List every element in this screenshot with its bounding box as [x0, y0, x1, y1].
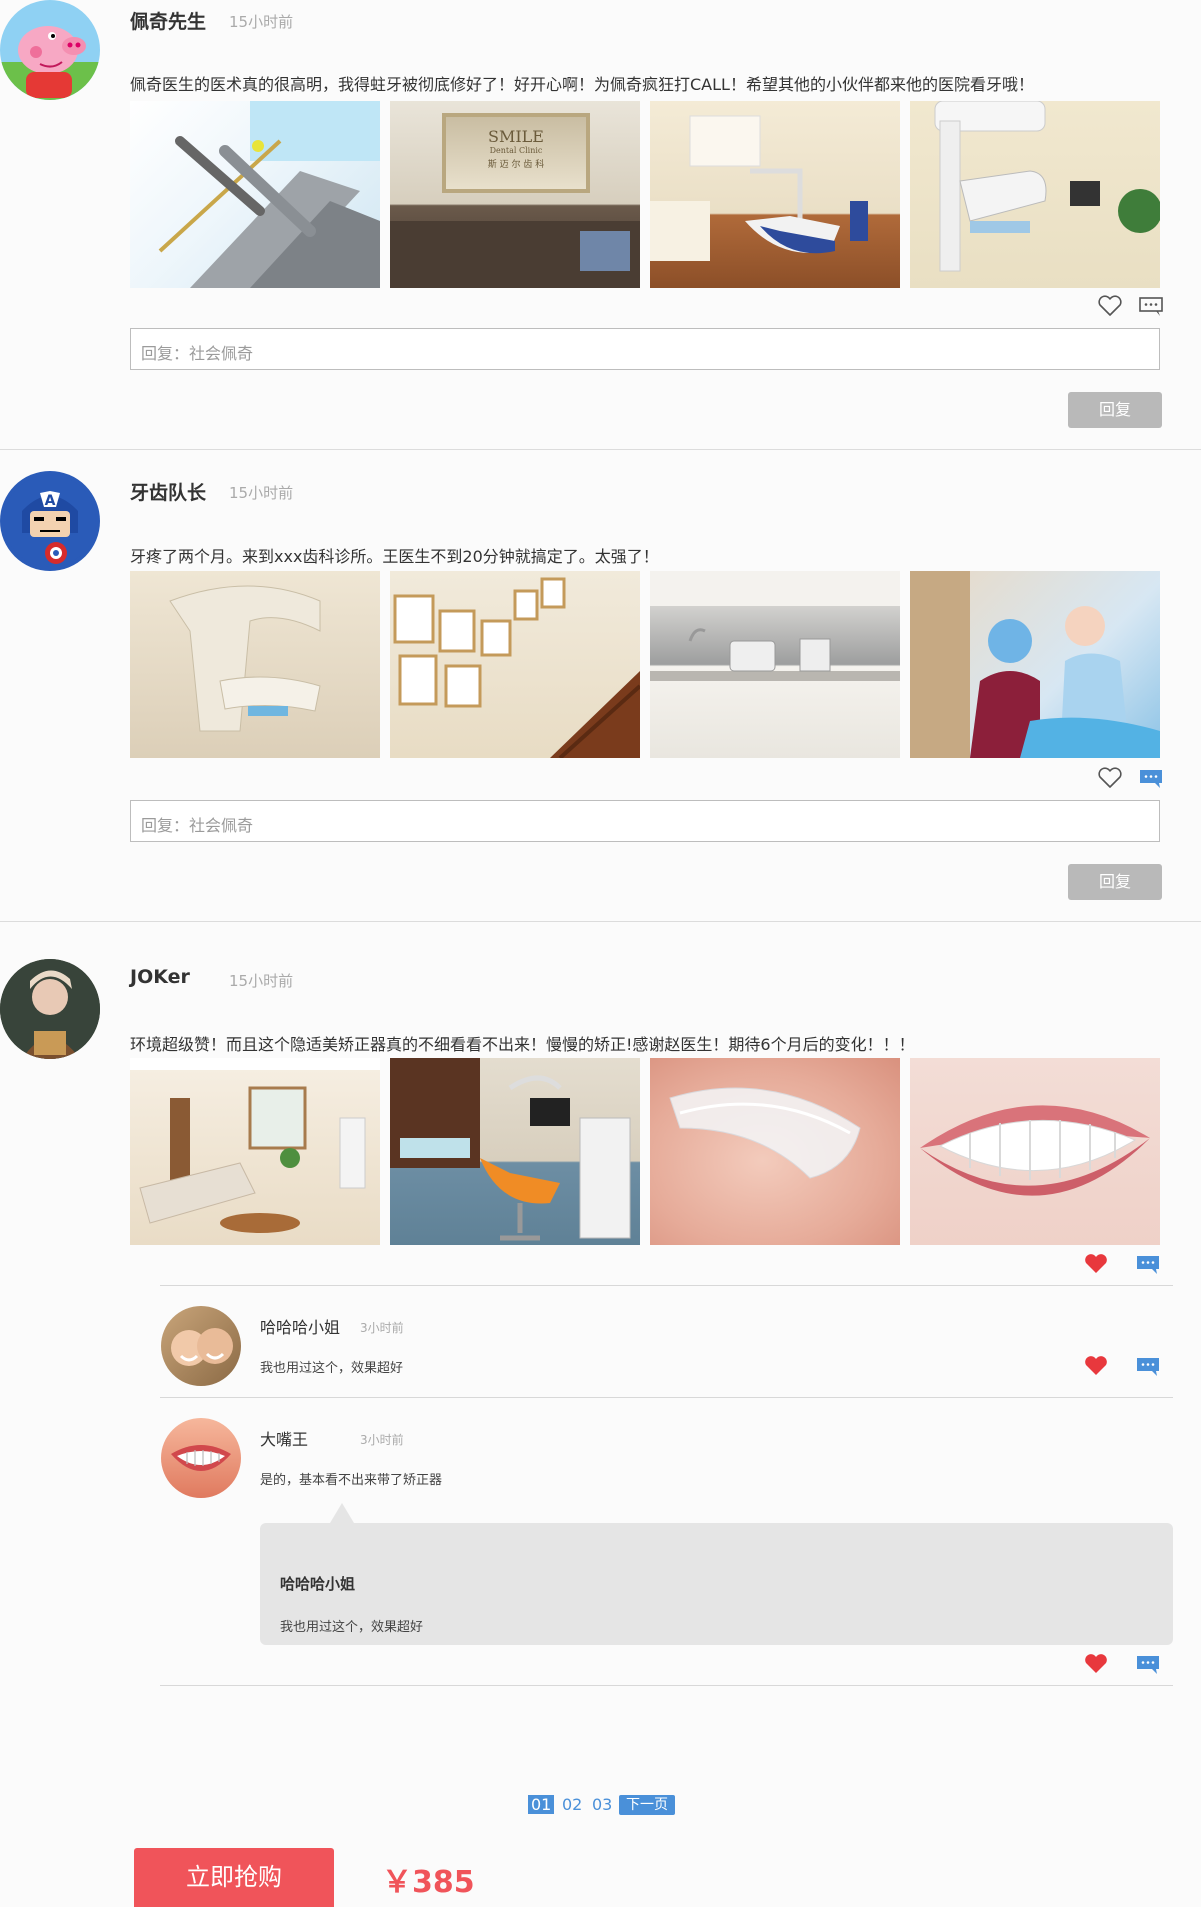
reply-button[interactable]: 回复 [1068, 392, 1162, 428]
sign-line-1: SMILE [488, 127, 544, 146]
comment-icon[interactable] [1138, 296, 1164, 318]
clear-aligner-photo[interactable] [650, 1058, 900, 1245]
post-time: 15小时前 [229, 972, 294, 990]
avatar[interactable] [0, 959, 100, 1059]
comment-time: 3小时前 [360, 1433, 404, 1447]
photo-wall-staircase-photo[interactable] [390, 571, 640, 758]
reply-button[interactable]: 回复 [1068, 864, 1162, 900]
post-content: 环境超级赞！而且这个隐适美矫正器真的不细看看不出来！慢慢的矫正!感谢赵医生！期待… [130, 1035, 915, 1054]
smile-clinic-sign-photo[interactable]: SMILE Dental Clinic 斯 迈 尔 齿 科 [390, 101, 640, 288]
page-link-03[interactable]: 03 [592, 1795, 612, 1814]
comment-text: 我也用过这个，效果超好 [260, 1361, 404, 1376]
sign-line-2: Dental Clinic [489, 146, 543, 155]
dentists-treating-patient-photo[interactable] [910, 571, 1160, 758]
quote-arrow [330, 1503, 354, 1523]
heart-icon[interactable] [1083, 1653, 1109, 1675]
comment-avatar[interactable] [161, 1418, 241, 1498]
comment-divider [160, 1285, 1173, 1286]
comment-icon[interactable] [1138, 768, 1164, 790]
post-author-name[interactable]: 牙齿队长 [130, 478, 206, 505]
comment-avatar[interactable] [161, 1306, 241, 1386]
buy-now-button[interactable]: 立即抢购 [134, 1848, 334, 1907]
post-divider [0, 449, 1201, 450]
comment-time: 3小时前 [360, 1321, 404, 1335]
svg-text:A: A [45, 493, 56, 509]
quoted-author-name: 哈哈哈小姐 [280, 1575, 356, 1593]
heart-icon[interactable] [1083, 1253, 1109, 1275]
price: ￥385 [382, 1865, 475, 1900]
reply-input[interactable]: 回复：社会佩奇 [130, 800, 1160, 842]
post-time: 15小时前 [229, 484, 294, 502]
clinic-sign: SMILE Dental Clinic 斯 迈 尔 齿 科 [442, 113, 590, 193]
comment-author-name[interactable]: 大嘴王 [260, 1426, 308, 1450]
post-time: 15小时前 [229, 13, 294, 31]
quoted-comment: 哈哈哈小姐 我也用过这个，效果超好 [260, 1523, 1173, 1645]
treatment-room-photo[interactable] [650, 101, 900, 288]
waiting-lounge-photo[interactable] [130, 1058, 380, 1245]
post-content: 佩奇医生的医术真的很高明，我得蛀牙被彻底修好了！好开心啊！为佩奇疯狂打CALL！… [130, 75, 1034, 94]
quoted-text: 我也用过这个，效果超好 [280, 1620, 424, 1635]
sterilization-room-photo[interactable] [650, 571, 900, 758]
comment-text: 是的，基本看不出来带了矫正器 [260, 1473, 443, 1488]
avatar[interactable] [0, 0, 100, 100]
white-teeth-smile-photo[interactable] [910, 1058, 1160, 1245]
post-author-name[interactable]: 佩奇先生 [130, 7, 206, 34]
comment-divider [160, 1397, 1173, 1398]
post-divider [0, 921, 1201, 922]
avatar[interactable]: A [0, 471, 100, 571]
xray-machine-photo[interactable] [910, 101, 1160, 288]
panoramic-xray-photo[interactable] [130, 571, 380, 758]
comment-author-name[interactable]: 哈哈哈小姐 [260, 1314, 340, 1338]
reply-input[interactable]: 回复：社会佩奇 [130, 328, 1160, 370]
dental-chair-room-photo[interactable] [390, 1058, 640, 1245]
comment-divider [160, 1685, 1173, 1686]
post-author-name[interactable]: JOKer [130, 966, 190, 988]
comment-icon[interactable] [1135, 1654, 1161, 1676]
page-link-02[interactable]: 02 [562, 1795, 582, 1814]
dental-drill-photo[interactable] [130, 101, 380, 288]
comment-icon[interactable] [1135, 1356, 1161, 1378]
comment-icon[interactable] [1135, 1254, 1161, 1276]
heart-icon[interactable] [1083, 1355, 1109, 1377]
post-content: 牙疼了两个月。来到xxx齿科诊所。王医生不到20分钟就搞定了。太强了！ [130, 547, 659, 566]
next-page-button[interactable]: 下一页 [619, 1795, 675, 1815]
heart-icon[interactable] [1097, 295, 1123, 317]
page-link-01[interactable]: 01 [528, 1795, 555, 1814]
sign-line-3: 斯 迈 尔 齿 科 [487, 160, 545, 170]
heart-icon[interactable] [1097, 767, 1123, 789]
